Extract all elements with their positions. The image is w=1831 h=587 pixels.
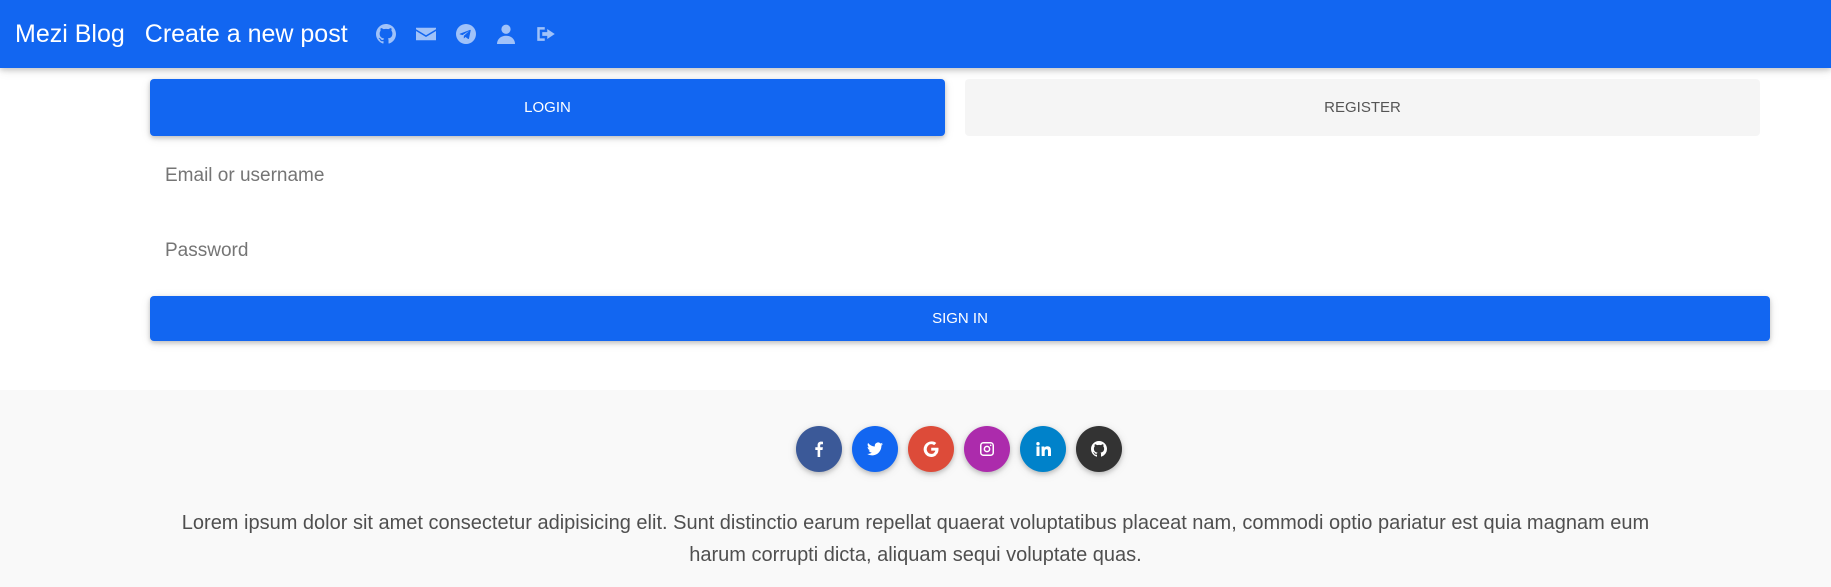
telegram-icon[interactable] <box>455 24 476 44</box>
user-icon[interactable] <box>496 24 516 44</box>
envelope-icon[interactable] <box>415 24 436 44</box>
twitter-button[interactable] <box>852 426 898 472</box>
github-icon[interactable] <box>375 24 396 44</box>
sign-in-button[interactable]: SIGN IN <box>150 296 1770 341</box>
github-button[interactable] <box>1076 426 1122 472</box>
facebook-icon <box>815 441 823 457</box>
nav-icon-group <box>375 24 556 44</box>
social-links <box>796 426 1122 472</box>
linkedin-button[interactable] <box>1020 426 1066 472</box>
auth-panel: LOGIN REGISTER SIGN IN <box>150 79 1770 341</box>
auth-tabs: LOGIN REGISTER <box>150 79 1770 136</box>
tab-login[interactable]: LOGIN <box>150 79 945 136</box>
google-icon <box>923 441 939 457</box>
sign-out-icon[interactable] <box>536 24 556 44</box>
footer-text: Lorem ipsum dolor sit amet consectetur a… <box>181 512 1650 566</box>
google-button[interactable] <box>908 426 954 472</box>
email-input[interactable] <box>150 153 1770 199</box>
twitter-icon <box>867 442 883 456</box>
tab-register[interactable]: REGISTER <box>965 79 1760 136</box>
footer: Lorem ipsum dolor sit amet consectetur a… <box>0 390 1831 587</box>
instagram-icon <box>980 442 994 456</box>
brand-link[interactable]: Mezi Blog <box>15 20 125 49</box>
github-icon <box>1091 441 1107 457</box>
password-input[interactable] <box>150 228 1770 274</box>
facebook-button[interactable] <box>796 426 842 472</box>
instagram-button[interactable] <box>964 426 1010 472</box>
navbar: Mezi Blog Create a new post <box>0 0 1831 68</box>
create-post-link[interactable]: Create a new post <box>145 20 348 49</box>
linkedin-icon <box>1036 442 1051 456</box>
